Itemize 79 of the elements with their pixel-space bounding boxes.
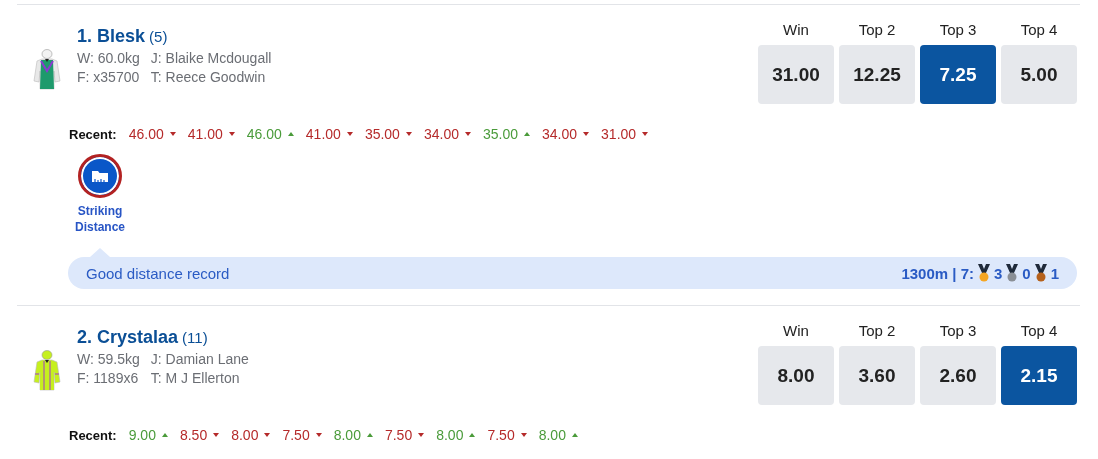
recent-price: 46.00 (128, 126, 164, 142)
odds-button[interactable]: 7.25 (920, 45, 996, 104)
striking-distance-badge[interactable] (78, 154, 122, 198)
runner-name[interactable]: 2. Crystalaa (77, 327, 179, 348)
odds-button[interactable]: 3.60 (839, 346, 915, 405)
odds-column-header: Top 2 (857, 322, 897, 340)
recent-price: 35.00 (364, 126, 400, 142)
medal-icon (1005, 264, 1020, 282)
up-arrow-icon (287, 132, 294, 136)
up-arrow-icon (161, 433, 168, 437)
odds-column-header: Top 4 (1019, 21, 1059, 39)
badge-label: Striking Distance (74, 203, 126, 235)
distance-stat: 1300m | 7: (901, 264, 974, 282)
weight-text: W: 59.5kg (77, 351, 140, 367)
odds-column-header: Top 2 (857, 21, 897, 39)
down-arrow-icon (228, 132, 235, 136)
up-arrow-icon (571, 433, 578, 437)
recent-price: 8.00 (333, 427, 361, 443)
jockey-silks-icon (33, 49, 61, 91)
odds-button[interactable]: 5.00 (1001, 45, 1077, 104)
odds-button[interactable]: 12.25 (839, 45, 915, 104)
recent-price: 35.00 (482, 126, 518, 142)
down-arrow-icon (583, 132, 590, 136)
down-arrow-icon (315, 433, 322, 437)
medal-icon (1033, 264, 1048, 282)
odds-column-header: Top 4 (1019, 322, 1059, 340)
barrier-number: (5) (149, 28, 168, 45)
recent-price: 34.00 (423, 126, 459, 142)
up-arrow-icon (524, 132, 530, 136)
medal-count: 0 (1022, 264, 1031, 282)
jockey-text: J: Damian Lane (150, 351, 249, 367)
recent-price: 9.00 (128, 427, 156, 443)
recent-price: 8.00 (436, 427, 464, 443)
down-arrow-icon (213, 433, 220, 437)
recent-price: 8.00 (231, 427, 259, 443)
recent-price: 8.50 (179, 427, 208, 443)
recent-price: 31.00 (601, 126, 637, 142)
recent-price: 34.00 (542, 126, 578, 142)
odds-button[interactable]: 31.00 (758, 45, 834, 104)
recent-price: 41.00 (305, 126, 341, 142)
down-arrow-icon (418, 433, 425, 437)
medal-count: 3 (993, 264, 1003, 282)
recent-price: 7.50 (487, 427, 515, 443)
recent-price: 7.50 (384, 427, 413, 443)
odds-column-header: Top 3 (938, 21, 978, 39)
runner-name[interactable]: 1. Blesk (77, 26, 146, 47)
up-arrow-icon (469, 433, 476, 437)
odds-column-header: Top 3 (938, 322, 978, 340)
ruler-folder-icon (91, 169, 109, 183)
up-arrow-icon (366, 433, 373, 437)
trainer-text: T: M J Ellerton (150, 370, 241, 386)
recent-label: Recent: (69, 427, 117, 443)
down-arrow-icon (464, 132, 471, 136)
odds-column-header: Win (782, 21, 810, 39)
recent-price: 46.00 (246, 126, 282, 142)
recent-label: Recent: (69, 126, 117, 142)
jockey-silks-icon (33, 350, 61, 392)
odds-button[interactable]: 2.15 (1001, 346, 1077, 405)
recent-price: 41.00 (187, 126, 223, 142)
odds-column-header: Win (782, 322, 810, 340)
jockey-text: J: Blaike Mcdougall (150, 50, 272, 66)
trainer-text: T: Reece Goodwin (150, 69, 267, 85)
down-arrow-icon (405, 132, 412, 136)
recent-price: 7.50 (282, 427, 310, 443)
barrier-number: (11) (182, 329, 208, 346)
down-arrow-icon (264, 433, 271, 437)
medal-icon (976, 264, 991, 282)
down-arrow-icon (520, 433, 527, 437)
down-arrow-icon (169, 132, 176, 136)
down-arrow-icon (642, 132, 649, 136)
odds-button[interactable]: 8.00 (758, 346, 834, 405)
down-arrow-icon (346, 132, 353, 136)
insight-text: Good distance record (86, 264, 230, 282)
form-text: F: x35700 (77, 69, 140, 85)
medal-count: 1 (1050, 264, 1059, 282)
odds-button[interactable]: 2.60 (920, 346, 996, 405)
recent-price: 8.00 (538, 427, 566, 443)
form-text: F: 1189x6 (77, 370, 140, 386)
weight-text: W: 60.0kg (77, 50, 140, 66)
